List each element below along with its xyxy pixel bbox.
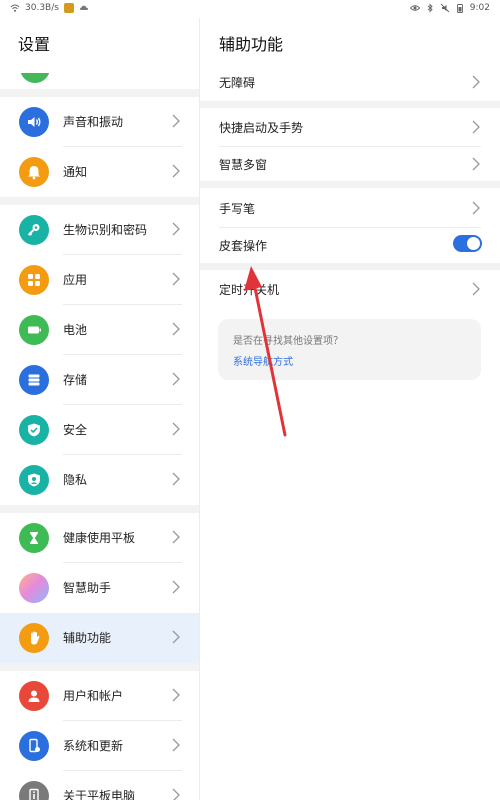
chevron-right-icon — [172, 788, 180, 800]
notification-app-icon — [63, 3, 74, 13]
chevron-right-icon — [172, 630, 180, 644]
sidebar-item-label: 存储 — [63, 373, 88, 387]
hourglass-icon — [19, 523, 49, 553]
sidebar-item-accessibility[interactable]: 辅助功能 — [0, 613, 199, 663]
chevron-right-icon — [472, 157, 480, 171]
cloud-icon — [79, 5, 88, 10]
sidebar-item-sound[interactable]: 声音和振动 — [0, 97, 199, 147]
sidebar-item-label: 关于平板电脑 — [63, 789, 136, 800]
wifi-icon — [10, 4, 20, 12]
storage-icon — [19, 365, 49, 395]
row-label: 智慧多窗 — [219, 158, 268, 172]
settings-title: 设置 — [18, 35, 51, 54]
suggestion-question: 是否在寻找其他设置项？ — [233, 336, 343, 347]
row-stylus[interactable]: 手写笔 — [200, 188, 500, 228]
section-gap — [0, 663, 199, 671]
row-label: 定时开关机 — [219, 283, 280, 297]
chevron-right-icon — [172, 222, 180, 236]
row-label: 无障碍 — [219, 76, 256, 90]
bluetooth-icon — [427, 3, 433, 13]
privacy-icon — [19, 465, 49, 495]
sidebar-item-privacy[interactable]: 隐私 — [0, 455, 199, 505]
system-navigation-link[interactable]: 系统导航方式 — [233, 353, 293, 368]
section-gap — [0, 505, 199, 513]
section-gap — [0, 197, 199, 205]
chevron-right-icon — [172, 580, 180, 594]
sidebar-item-label: 电池 — [63, 323, 88, 337]
sidebar-item-biometrics[interactable]: 生物识别和密码 — [0, 205, 199, 255]
row-shortcuts-gestures[interactable]: 快捷启动及手势 — [200, 107, 500, 147]
sidebar-item-storage[interactable]: 存储 — [0, 355, 199, 405]
row-label: 快捷启动及手势 — [219, 121, 304, 135]
row-smart-multiwindow[interactable]: 智慧多窗 — [200, 144, 500, 184]
sidebar-item-label: 用户和帐户 — [63, 689, 124, 703]
network-speed: 30.3B/s — [25, 3, 59, 13]
sidebar-item-label: 安全 — [63, 423, 88, 437]
sidebar-item-notifications[interactable]: 通知 — [0, 147, 199, 197]
sidebar-item-label: 健康使用平板 — [63, 531, 136, 545]
sidebar-item-smart-assistant[interactable]: 智慧助手 — [0, 563, 199, 613]
sidebar-item-users-accounts[interactable]: 用户和帐户 — [0, 671, 199, 721]
eye-icon — [409, 5, 420, 11]
chevron-right-icon — [172, 472, 180, 486]
chevron-right-icon — [472, 75, 480, 89]
user-icon — [19, 681, 49, 711]
chevron-right-icon — [172, 164, 180, 178]
suggestion-card: 是否在寻找其他设置项？ 系统导航方式 — [218, 319, 481, 380]
chevron-right-icon — [172, 530, 180, 544]
clock: 9:02 — [469, 3, 490, 13]
status-bar: 30.3B/s 9:02 — [0, 0, 500, 18]
chevron-right-icon — [172, 322, 180, 336]
row-cover-operation: 皮套操作 — [200, 225, 500, 265]
chevron-right-icon — [472, 120, 480, 134]
chevron-right-icon — [172, 272, 180, 286]
chevron-right-icon — [472, 201, 480, 215]
battery-status-icon — [456, 4, 463, 13]
accessibility-panel: 辅助功能 无障碍 快捷启动及手势 智慧多窗 手写笔 皮套操作 定时开关机 是否在… — [200, 18, 500, 800]
sidebar-item-about-tablet[interactable]: 关于平板电脑 — [0, 771, 199, 800]
page-title: 辅助功能 — [219, 35, 284, 54]
chevron-right-icon — [172, 114, 180, 128]
sidebar-item-security[interactable]: 安全 — [0, 405, 199, 455]
phone-update-icon — [19, 731, 49, 761]
section-gap — [0, 89, 199, 97]
sidebar-item-system-update[interactable]: 系统和更新 — [0, 721, 199, 771]
sidebar-item-label: 生物识别和密码 — [63, 223, 148, 237]
cover-operation-toggle[interactable] — [453, 235, 482, 252]
battery-icon — [19, 315, 49, 345]
section-gap — [200, 181, 500, 188]
assistant-orb-icon — [19, 573, 49, 603]
chevron-right-icon — [172, 738, 180, 752]
sidebar-item-battery[interactable]: 电池 — [0, 305, 199, 355]
sidebar-item-label: 智慧助手 — [63, 581, 112, 595]
info-icon — [19, 781, 49, 800]
hand-icon — [19, 623, 49, 653]
sidebar-item-label: 辅助功能 — [63, 631, 112, 645]
scrolled-item-hint — [0, 73, 199, 89]
sidebar-item-label: 通知 — [63, 165, 88, 179]
sidebar-item-digital-balance[interactable]: 健康使用平板 — [0, 513, 199, 563]
sidebar-item-label: 隐私 — [63, 473, 88, 487]
apps-grid-icon — [19, 265, 49, 295]
chevron-right-icon — [172, 688, 180, 702]
chevron-right-icon — [172, 422, 180, 436]
row-label: 皮套操作 — [219, 239, 268, 253]
key-icon — [19, 215, 49, 245]
shield-check-icon — [19, 415, 49, 445]
chevron-right-icon — [172, 372, 180, 386]
bell-icon — [19, 157, 49, 187]
row-barrier-free[interactable]: 无障碍 — [200, 62, 500, 102]
chevron-right-icon — [472, 282, 480, 296]
row-label: 手写笔 — [219, 202, 256, 216]
sidebar-item-apps[interactable]: 应用 — [0, 255, 199, 305]
settings-sidebar: 设置 声音和振动 通知 生物识别和密码 应用 电池 存储 安全 隐私 健康使用平… — [0, 18, 200, 800]
volume-icon — [19, 107, 49, 137]
sidebar-item-label: 应用 — [63, 273, 88, 287]
sidebar-item-label: 系统和更新 — [63, 739, 124, 753]
row-scheduled-power[interactable]: 定时开关机 — [200, 269, 500, 309]
mute-icon — [440, 3, 450, 13]
sidebar-item-label: 声音和振动 — [63, 115, 124, 129]
